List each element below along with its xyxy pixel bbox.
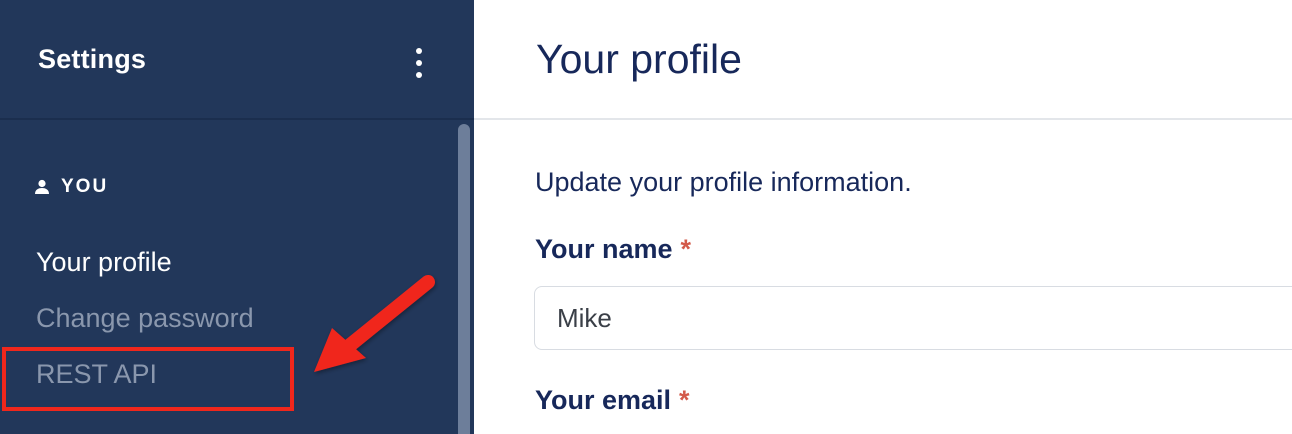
required-marker: *: [680, 234, 692, 264]
email-label-text: Your email: [535, 385, 672, 415]
person-icon: [35, 179, 49, 194]
intro-text: Update your profile information.: [535, 167, 912, 197]
section-heading-you: YOU: [33, 174, 108, 200]
sidebar-scrollbar[interactable]: [458, 124, 470, 434]
sidebar-item-your-profile[interactable]: Your profile: [36, 247, 172, 278]
main-content: Your profile Update your profile informa…: [474, 0, 1292, 434]
annotation-highlight-box: [2, 347, 294, 411]
email-field-label: Your email *: [535, 385, 690, 416]
more-vertical-icon[interactable]: [408, 46, 430, 80]
section-label: YOU: [61, 176, 109, 197]
sidebar-header: Settings: [0, 0, 474, 120]
name-label-text: Your name: [535, 234, 673, 264]
scrollbar-thumb[interactable]: [458, 124, 470, 434]
page-title: Your profile: [536, 36, 742, 82]
annotation-arrow-icon: [314, 275, 435, 372]
main-header: Your profile: [474, 0, 1292, 120]
sidebar-title: Settings: [38, 44, 147, 74]
sidebar-item-change-password[interactable]: Change password: [36, 303, 254, 334]
required-marker: *: [679, 385, 690, 415]
name-field-label: Your name *: [535, 234, 691, 265]
name-field[interactable]: [534, 286, 1292, 350]
